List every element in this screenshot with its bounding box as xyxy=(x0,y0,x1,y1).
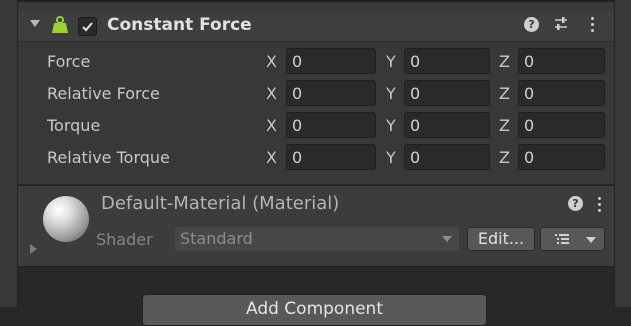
axis-z-label: Z xyxy=(499,84,510,103)
row-label: Relative Force xyxy=(47,84,160,103)
force-row: Force X 0 Y 0 Z 0 xyxy=(18,48,614,76)
axis-z-label: Z xyxy=(499,148,510,167)
foldout-arrow-icon[interactable] xyxy=(30,20,40,27)
material-menu-button[interactable] xyxy=(598,196,601,215)
row-label: Relative Torque xyxy=(47,148,170,167)
checkmark-icon xyxy=(82,22,93,32)
inspector-left-gutter xyxy=(0,0,18,307)
torque-z-field[interactable]: 0 xyxy=(518,112,605,138)
constant-force-weight-icon xyxy=(51,16,69,34)
relative-force-x-field[interactable]: 0 xyxy=(286,80,376,106)
chevron-down-icon xyxy=(442,236,452,242)
help-icon: ? xyxy=(524,17,539,32)
axis-y-label: Y xyxy=(386,84,396,103)
inspector-scrollbar[interactable] xyxy=(614,0,631,307)
axis-x-label: X xyxy=(266,116,277,135)
axis-y-label: Y xyxy=(386,52,396,71)
axis-y-label: Y xyxy=(386,148,396,167)
axis-y-label: Y xyxy=(386,116,396,135)
axis-x-label: X xyxy=(266,84,277,103)
axis-x-label: X xyxy=(266,148,277,167)
component-header[interactable]: Constant Force ? xyxy=(18,11,614,42)
shader-value: Standard xyxy=(180,229,253,248)
axis-z-label: Z xyxy=(499,52,510,71)
torque-row: Torque X 0 Y 0 Z 0 xyxy=(18,112,614,140)
material-title: Default-Material (Material) xyxy=(101,193,340,214)
relative-torque-x-field[interactable]: 0 xyxy=(286,144,376,170)
list-icon xyxy=(555,234,569,244)
relative-force-y-field[interactable]: 0 xyxy=(404,80,490,106)
material-sphere-icon[interactable] xyxy=(43,196,89,242)
relative-force-row: Relative Force X 0 Y 0 Z 0 xyxy=(18,80,614,108)
torque-x-field[interactable]: 0 xyxy=(286,112,376,138)
shader-label: Shader xyxy=(96,230,153,249)
edit-shader-button[interactable]: Edit... xyxy=(467,227,535,251)
constant-force-component: Constant Force ? Force X 0 Y 0 Z 0 Relat… xyxy=(18,0,614,184)
force-x-field[interactable]: 0 xyxy=(286,48,376,74)
shader-options-button[interactable] xyxy=(540,227,605,251)
material-section: Default-Material (Material) ? Shader Sta… xyxy=(18,185,614,267)
relative-torque-row: Relative Torque X 0 Y 0 Z 0 xyxy=(18,144,614,172)
row-label: Force xyxy=(47,52,91,71)
preset-button[interactable] xyxy=(553,16,571,34)
component-menu-button[interactable] xyxy=(591,16,594,35)
material-foldout-icon[interactable] xyxy=(30,244,37,254)
preset-sliders-icon xyxy=(555,17,567,30)
force-y-field[interactable]: 0 xyxy=(404,48,490,74)
axis-z-label: Z xyxy=(499,116,510,135)
add-component-button[interactable]: Add Component xyxy=(142,294,487,326)
component-title: Constant Force xyxy=(107,15,252,35)
relative-torque-y-field[interactable]: 0 xyxy=(404,144,490,170)
component-enabled-checkbox[interactable] xyxy=(78,17,97,36)
axis-x-label: X xyxy=(266,52,277,71)
help-icon: ? xyxy=(568,196,583,211)
relative-force-z-field[interactable]: 0 xyxy=(518,80,605,106)
force-z-field[interactable]: 0 xyxy=(518,48,605,74)
row-label: Torque xyxy=(47,116,101,135)
help-button[interactable]: ? xyxy=(524,16,542,34)
material-help-button[interactable]: ? xyxy=(568,195,586,213)
torque-y-field[interactable]: 0 xyxy=(404,112,490,138)
relative-torque-z-field[interactable]: 0 xyxy=(518,144,605,170)
chevron-down-icon xyxy=(586,237,596,243)
shader-dropdown[interactable]: Standard xyxy=(175,227,459,251)
